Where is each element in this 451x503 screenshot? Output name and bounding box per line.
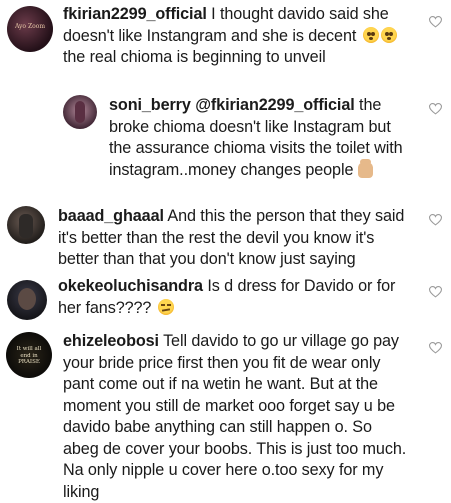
comment-username[interactable]: fkirian2299_official (63, 5, 207, 23)
comment-mention[interactable]: @fkirian2299_official (195, 96, 355, 114)
avatar-face (18, 288, 36, 310)
comment-body: baaad_ghaaal And this the person that th… (58, 206, 408, 271)
avatar[interactable]: It will all end in PRAISE (6, 332, 52, 378)
smirking-face-icon (157, 298, 174, 315)
avatar[interactable]: Ayo Zoom (7, 6, 53, 52)
avatar[interactable] (7, 280, 47, 320)
comment-text: Tell davido to go ur village go pay your… (63, 332, 407, 501)
heart-icon[interactable] (429, 342, 442, 354)
avatar-figure (75, 101, 85, 123)
comment-username[interactable]: ehizeleobosi (63, 332, 159, 350)
avatar-figure (19, 214, 33, 238)
avatar[interactable] (63, 95, 97, 129)
comment-body: okekeoluchisandra Is d dress for Davido … (58, 276, 408, 319)
flushed-face-icon (362, 26, 379, 43)
raised-hand-icon (357, 158, 373, 178)
heart-icon[interactable] (429, 286, 442, 298)
comment-body: ehizeleobosi Tell davido to go ur villag… (63, 331, 408, 503)
comment-username[interactable]: soni_berry (109, 96, 191, 114)
avatar-caption: Ayo Zoom (14, 23, 46, 30)
comment-text-continued: the real chioma is beginning to unveil (63, 48, 326, 66)
avatar[interactable] (7, 206, 45, 244)
flushed-face-icon (380, 26, 397, 43)
heart-icon[interactable] (429, 103, 442, 115)
comment-body: soni_berry @fkirian2299_official the bro… (109, 95, 409, 181)
comment-body: fkirian2299_official I thought davido sa… (63, 4, 403, 69)
comment-username[interactable]: baaad_ghaaal (58, 207, 164, 225)
comment-username[interactable]: okekeoluchisandra (58, 277, 203, 295)
heart-icon[interactable] (429, 214, 442, 226)
heart-icon[interactable] (429, 16, 442, 28)
avatar-caption: It will all end in PRAISE (16, 346, 42, 365)
